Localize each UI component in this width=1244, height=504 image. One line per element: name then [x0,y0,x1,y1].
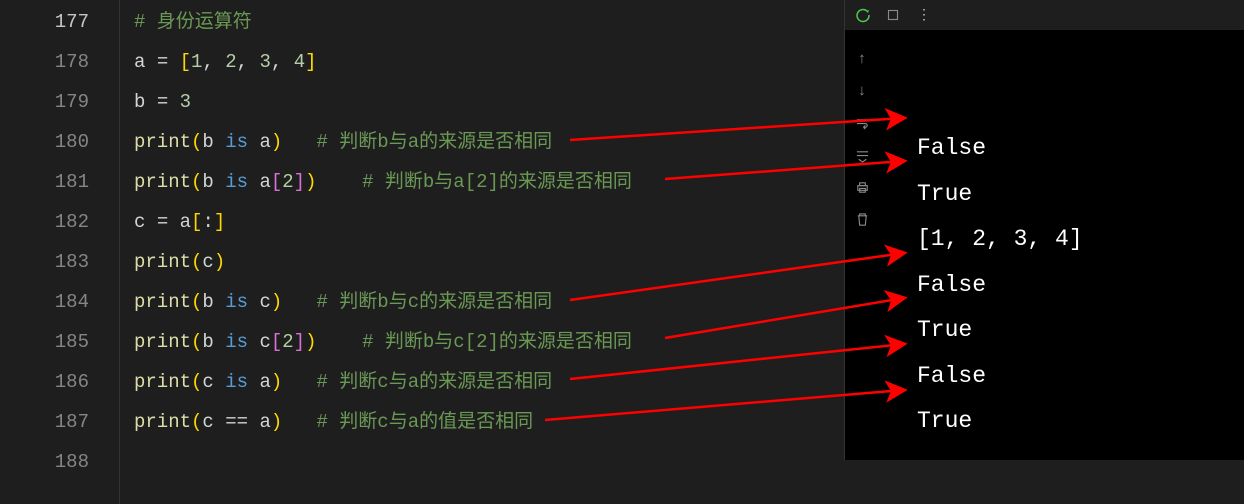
code-line[interactable]: a = [1, 2, 3, 4] [134,42,844,82]
terminal-line: False [917,263,1244,309]
terminal-line: False [917,354,1244,400]
line-number: 179 [0,82,89,122]
code-line[interactable]: print(b is c[2]) # 判断b与c[2]的来源是否相同 [134,322,844,362]
line-number: 183 [0,242,89,282]
terminal-line: True [917,399,1244,445]
scroll-end-icon[interactable] [853,146,871,164]
code-line[interactable]: print(b is c) # 判断b与c的来源是否相同 [134,282,844,322]
line-number: 178 [0,42,89,82]
trash-icon[interactable] [853,210,871,228]
terminal-line: True [917,308,1244,354]
terminal-toolbar: ⋮ [845,0,1244,30]
print-icon[interactable] [853,178,871,196]
terminal-line: [1, 2, 3, 4] [917,217,1244,263]
terminal-action-bar: ↑ ↓ [845,30,879,460]
code-line[interactable]: print(b is a[2]) # 判断b与a[2]的来源是否相同 [134,162,844,202]
line-number: 184 [0,282,89,322]
arrow-up-icon[interactable]: ↑ [853,50,871,68]
code-editor[interactable]: # 身份运算符a = [1, 2, 3, 4]b = 3print(b is a… [120,0,844,504]
terminal-line: True [917,172,1244,218]
line-number: 177 [0,2,89,42]
line-number: 185 [0,322,89,362]
line-number: 181 [0,162,89,202]
code-line[interactable]: # 身份运算符 [134,2,844,42]
rerun-icon[interactable] [855,7,871,23]
wrap-icon[interactable] [853,114,871,132]
editor-pane: 177178179180181182183184185186187188 # 身… [0,0,844,504]
line-number: 187 [0,402,89,442]
terminal-line: False [917,126,1244,172]
terminal-output[interactable]: FalseTrue[1, 2, 3, 4]FalseTrueFalseTrue [879,30,1244,460]
arrow-down-icon[interactable]: ↓ [853,82,871,100]
code-line[interactable] [134,442,844,482]
terminal-body: ↑ ↓ FalseTrue[1, 2, 3, 4]FalseTrueFalseT… [845,30,1244,460]
line-number-gutter: 177178179180181182183184185186187188 [0,0,120,504]
terminal-pane: ⋮ ↑ ↓ FalseTrue[1, 2, 3, 4]FalseTrueFals… [844,0,1244,460]
code-line[interactable]: print(c == a) # 判断c与a的值是否相同 [134,402,844,442]
code-line[interactable]: c = a[:] [134,202,844,242]
more-icon[interactable]: ⋮ [915,7,931,23]
code-line[interactable]: b = 3 [134,82,844,122]
line-number: 182 [0,202,89,242]
line-number: 186 [0,362,89,402]
code-line[interactable]: print(c is a) # 判断c与a的来源是否相同 [134,362,844,402]
stop-icon[interactable] [885,7,901,23]
line-number: 180 [0,122,89,162]
code-line[interactable]: print(b is a) # 判断b与a的来源是否相同 [134,122,844,162]
line-number: 188 [0,442,89,482]
code-line[interactable]: print(c) [134,242,844,282]
